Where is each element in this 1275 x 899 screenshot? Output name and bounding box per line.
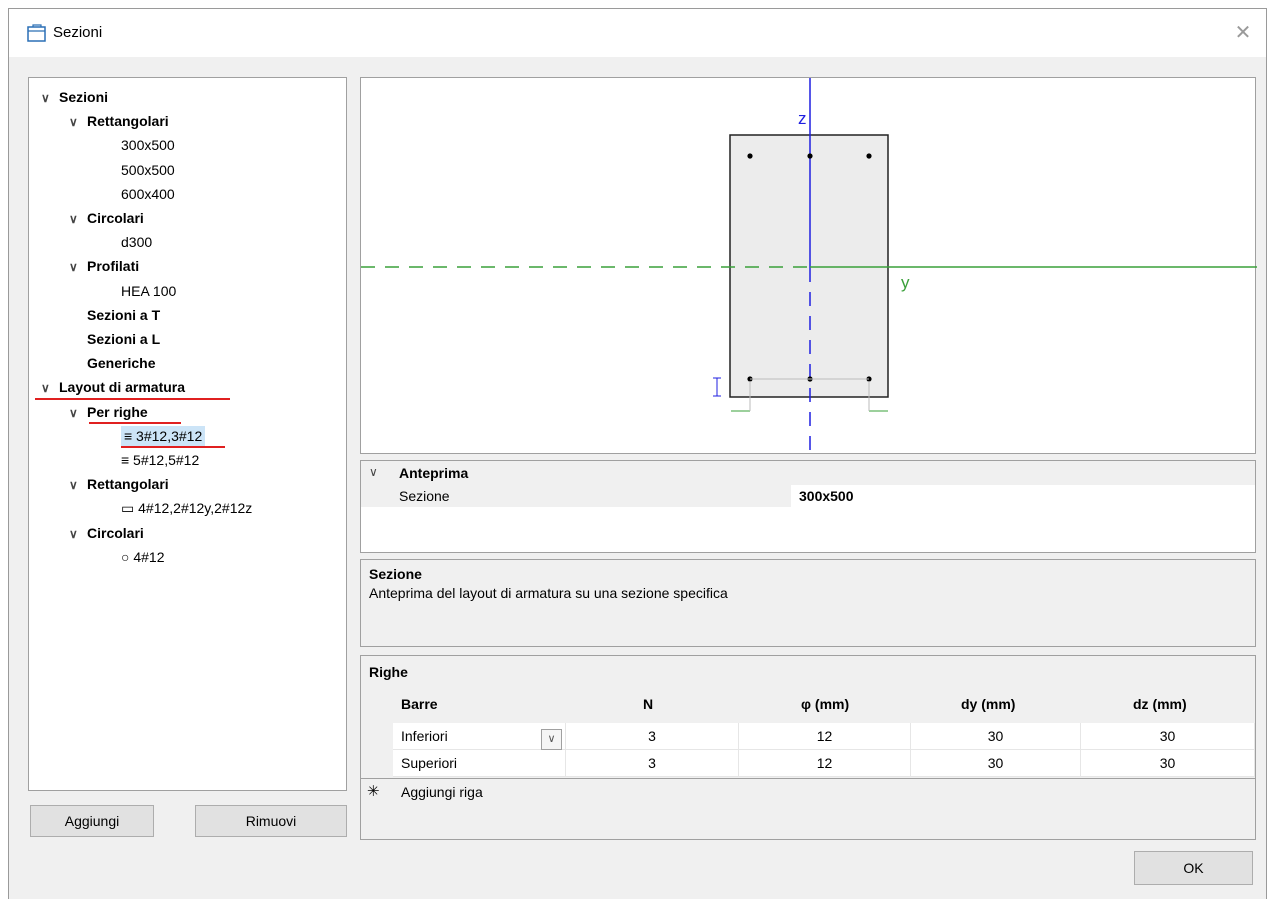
tree-node-label: 500x500	[121, 161, 175, 178]
tree-node[interactable]: ∨ Profilati	[69, 256, 139, 276]
tree-node-label: Sezioni	[59, 89, 109, 105]
chevron-down-icon[interactable]: ∨	[69, 209, 83, 229]
column-header-diameter: φ (mm)	[801, 696, 850, 712]
chevron-down-icon[interactable]: ∨	[69, 112, 83, 132]
cell-n-row2[interactable]: 3	[566, 750, 739, 777]
cell-dy-row2[interactable]: 30	[911, 750, 1081, 777]
column-header-dz: dz (mm)	[1133, 696, 1187, 712]
annotation-underline	[121, 446, 225, 448]
add-row-placeholder[interactable]: Aggiungi riga	[401, 784, 483, 800]
property-grid: ∨ Anteprima Sezione 300x500	[360, 460, 1256, 553]
tree-node-label: d300	[121, 234, 153, 251]
tree-node-label: Sezioni a L	[87, 331, 161, 347]
chevron-down-icon[interactable]: ∨	[41, 88, 55, 108]
new-row-icon: ✳	[367, 783, 380, 800]
tree-node-label: Layout di armatura	[59, 379, 186, 396]
property-name: Sezione	[399, 488, 450, 504]
rows-grid: Righe Barre N φ (mm) dy (mm) dz (mm) Inf…	[360, 655, 1256, 840]
property-value[interactable]: 300x500	[799, 485, 854, 507]
annotation-underline	[35, 398, 230, 400]
chevron-down-icon: ∨	[369, 465, 378, 479]
tree-node[interactable]: ∨ Per righe	[69, 402, 148, 422]
chevron-down-icon[interactable]: ∨	[41, 378, 55, 398]
z-axis-label: z	[798, 109, 807, 128]
tree-node[interactable]: Sezioni a T	[87, 305, 160, 325]
annotation-underline	[89, 422, 181, 424]
property-row[interactable]: Sezione 300x500	[361, 485, 1255, 507]
tree-node[interactable]: Generiche	[87, 353, 155, 373]
grid-separator	[361, 778, 1255, 779]
tree-node-label: ≡ 5#12,5#12	[121, 452, 200, 468]
tree-node[interactable]: ▭ 4#12,2#12y,2#12z	[121, 498, 252, 518]
close-icon[interactable]: ✕	[1230, 21, 1256, 45]
tree-node[interactable]: ∨ Rettangolari	[69, 474, 169, 494]
tree-node-label: Generiche	[87, 355, 156, 372]
sections-dialog: Sezioni ✕ ∨ Sezioni ∨ Rettangolari 300x500 50…	[8, 8, 1267, 899]
tree-node-label: Rettangolari	[87, 476, 169, 493]
description-text: Anteprima del layout di armatura su una …	[369, 585, 728, 601]
chevron-down-icon[interactable]: ∨	[69, 524, 83, 544]
property-gutter	[361, 485, 391, 507]
column-header-n: N	[643, 696, 654, 712]
tree-node[interactable]: ∨ Circolari	[69, 208, 144, 228]
tree-node-label: 600x400	[121, 185, 175, 202]
tree-node-label: Circolari	[87, 524, 144, 541]
description-panel: Sezione Anteprima del layout di armatura…	[360, 559, 1256, 647]
cell-bars-row2[interactable]: Superiori	[393, 750, 566, 777]
property-category[interactable]: ∨ Anteprima	[361, 461, 1255, 485]
section-rectangle	[729, 134, 889, 398]
title-bar: Sezioni ✕	[9, 9, 1266, 57]
y-axis-label: y	[901, 273, 910, 292]
chevron-down-icon[interactable]: ∨	[69, 475, 83, 495]
tree-node-label: Per righe	[87, 403, 148, 420]
remove-button[interactable]: Rimuovi	[195, 805, 347, 837]
tree-node[interactable]: 300x500	[121, 135, 175, 155]
cell-diameter-row2[interactable]: 12	[739, 750, 911, 777]
window-icon	[27, 24, 46, 42]
column-header-dy: dy (mm)	[961, 696, 1016, 712]
tree-node-label: ≡ 3#12,3#12	[121, 425, 206, 446]
tree-node-label: ▭ 4#12,2#12y,2#12z	[121, 500, 253, 517]
column-header-bars: Barre	[401, 696, 438, 712]
cell-dz-row1[interactable]: 30	[1081, 723, 1255, 750]
tree-node-label: HEA 100	[121, 282, 177, 299]
rebar-top-right	[866, 153, 872, 159]
tree-node[interactable]: HEA 100	[121, 281, 176, 301]
tree-node-label: Sezioni a T	[87, 306, 161, 323]
rebar-top-mid	[807, 153, 813, 159]
tree-node[interactable]: 600x400	[121, 184, 175, 204]
tree-node[interactable]: ∨ Layout di armatura	[41, 377, 185, 397]
window-title: Sezioni	[53, 24, 103, 41]
section-drawing: z y	[361, 78, 1257, 455]
chevron-down-icon[interactable]: ∨	[69, 403, 83, 423]
cell-n-row1[interactable]: 3	[566, 723, 739, 750]
tree-node[interactable]: ≡ 3#12,3#12	[121, 425, 206, 446]
rows-grid-title: Righe	[369, 664, 408, 680]
tree-node[interactable]: 500x500	[121, 160, 175, 180]
property-category-label: Anteprima	[399, 465, 469, 481]
tree-node[interactable]: ○ 4#12	[121, 547, 165, 567]
description-title: Sezione	[369, 566, 422, 582]
cell-dy-row1[interactable]: 30	[911, 723, 1081, 750]
chevron-down-icon[interactable]: ∨	[541, 729, 562, 750]
cell-diameter-row1[interactable]: 12	[739, 723, 911, 750]
add-button[interactable]: Aggiungi	[30, 805, 154, 837]
tree-node[interactable]: Sezioni a L	[87, 329, 160, 349]
tree-node-label: ○ 4#12	[121, 548, 165, 565]
section-tree[interactable]: ∨ Sezioni ∨ Rettangolari 300x500 500x500 600x4…	[28, 77, 347, 791]
tree-node-label: 300x500	[121, 137, 175, 154]
rebar-top-left	[747, 153, 753, 159]
tree-node[interactable]: ∨ Circolari	[69, 523, 144, 543]
tree-node[interactable]: d300	[121, 232, 152, 252]
tree-node-label: Profilati	[87, 258, 140, 275]
tree-node[interactable]: ∨ Rettangolari	[69, 111, 169, 131]
cell-dz-row2[interactable]: 30	[1081, 750, 1255, 777]
tree-node[interactable]: ≡ 5#12,5#12	[121, 450, 199, 470]
ok-button[interactable]: OK	[1134, 851, 1253, 885]
tree-node[interactable]: ∨ Sezioni	[41, 87, 108, 107]
chevron-down-icon[interactable]: ∨	[69, 257, 83, 277]
tree-node-label: Rettangolari	[87, 113, 169, 130]
tree-node-label: Circolari	[87, 210, 144, 226]
section-preview: z y	[360, 77, 1257, 455]
